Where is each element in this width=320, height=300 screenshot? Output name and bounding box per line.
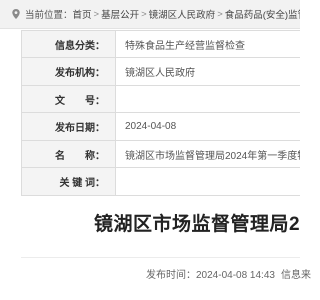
breadcrumb-prefix: 当前位置：: [25, 10, 73, 21]
meta-row-keywords: 关 键 词：: [21, 168, 300, 196]
meta-value: 镜湖区人民政府: [125, 68, 195, 79]
meta-row-name: 名 称： 镜湖区市场监督管理局2024年第一季度特殊: [21, 141, 300, 168]
meta-label: 发布机构：: [21, 58, 116, 85]
metadata-table: 信息分类： 特殊食品生产经营监督检查 发布机构： 镜湖区人民政府 文 号： 发布…: [21, 30, 300, 196]
breadcrumb-food-drug[interactable]: 食品药品(安全)监管: [225, 7, 300, 21]
publish-time-value: 2024-04-08 14:43: [196, 270, 275, 281]
breadcrumb: 当前位置： 首页 > 基层公开 > 镜湖区人民政府 > 食品药品(安全)监管 >…: [0, 0, 300, 29]
publish-info: 发布时间：2024-04-08 14:43 信息来: [146, 266, 311, 281]
meta-label: 名 称：: [21, 141, 116, 167]
article-title: 镜湖区市场监督管理局2: [94, 214, 301, 235]
meta-value: 2024-04-08: [125, 121, 177, 132]
meta-row-publisher: 发布机构： 镜湖区人民政府: [21, 58, 300, 86]
meta-value: 镜湖区市场监督管理局2024年第一季度特殊: [125, 150, 300, 162]
meta-row-category: 信息分类： 特殊食品生产经营监督检查: [21, 31, 300, 58]
breadcrumb-separator: >: [141, 8, 147, 20]
breadcrumb-grassroots[interactable]: 基层公开: [101, 7, 139, 21]
breadcrumb-home[interactable]: 首页: [73, 7, 92, 21]
location-pin-icon: [10, 8, 22, 20]
meta-value: [116, 168, 300, 195]
meta-label: 文 号：: [21, 86, 116, 112]
meta-row-publish-date: 发布日期： 2024-04-08: [21, 113, 300, 141]
publish-time-label: 发布时间：: [146, 270, 196, 281]
breadcrumb-district-gov[interactable]: 镜湖区人民政府: [149, 7, 216, 21]
meta-row-doc-number: 文 号：: [21, 86, 300, 113]
divider: [21, 257, 300, 258]
meta-value: 特殊食品生产经营监督检查: [125, 40, 245, 52]
page: 当前位置： 首页 > 基层公开 > 镜湖区人民政府 > 食品药品(安全)监管 >…: [0, 0, 311, 300]
meta-label: 发布日期：: [21, 113, 116, 140]
breadcrumb-separator: >: [93, 8, 100, 20]
meta-label: 信息分类：: [21, 31, 116, 57]
breadcrumb-separator: >: [217, 8, 223, 20]
meta-value: [116, 86, 300, 112]
source-label: 信息来: [280, 270, 311, 281]
meta-label: 关 键 词：: [21, 168, 116, 195]
